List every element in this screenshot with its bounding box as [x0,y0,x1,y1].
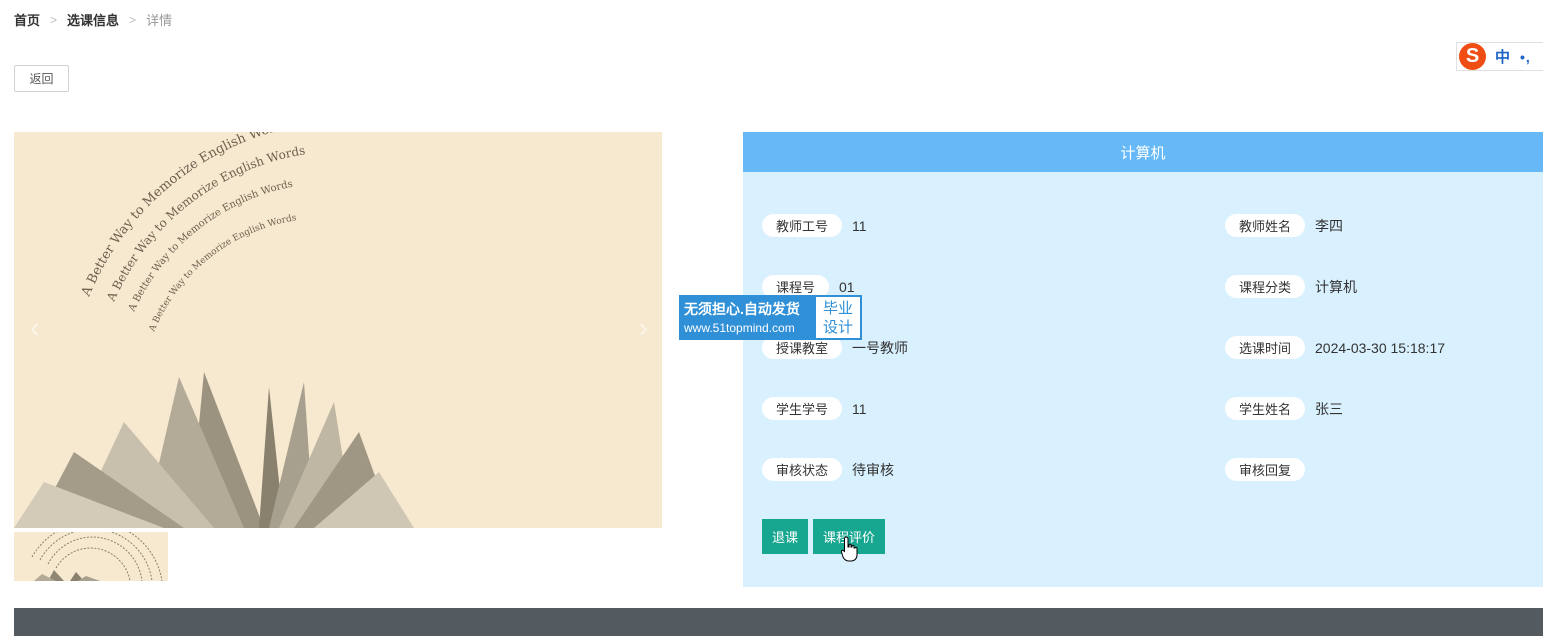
field-value: 李四 [1315,217,1344,234]
field-value: 11 [852,217,867,234]
ime-mode-toggle[interactable]: 中 [1495,46,1510,67]
watermark-slogan: 无须担心.自动发货 [684,300,800,317]
field-value: 待审核 [852,461,895,478]
field-label: 学生学号 [762,397,843,420]
panel-title: 计算机 [743,132,1543,172]
field-select-time: 选课时间 2024-03-30 15:18:17 [1225,336,1445,359]
watermark-badge-top: 毕业 [822,299,853,317]
breadcrumb: 首页 > 选课信息 > 详情 [14,10,172,29]
watermark-badge-bottom: 设计 [822,318,853,336]
back-button[interactable]: 返回 [14,65,69,92]
field-value: 张三 [1315,400,1344,417]
breadcrumb-separator: > [129,12,137,27]
watermark-url: www.51topmind.com [684,320,795,335]
carousel-prev-arrow-icon[interactable]: ‹ [30,312,39,344]
ime-toolbar[interactable]: S 中 •, [1456,42,1543,71]
course-detail-panel: 计算机 教师工号 11 教师姓名 李四 课程号 01 课程分类 计算机 授课教室… [743,132,1543,587]
field-label: 学生姓名 [1225,397,1306,420]
field-review-reply: 审核回复 [1225,458,1315,481]
field-course-category: 课程分类 计算机 [1225,275,1357,298]
field-value: 计算机 [1315,278,1358,295]
field-teacher-name: 教师姓名 李四 [1225,214,1343,237]
drop-course-button[interactable]: 退课 [762,519,809,554]
field-value: 2024-03-30 15:18:17 [1315,339,1446,356]
carousel-thumbnail[interactable] [14,532,168,581]
watermark-badge: 毕业 设计 [814,295,862,340]
page-footer [14,608,1543,636]
thumbnail-image [14,532,168,581]
course-image: A Better Way to Memorize English Words A… [14,132,662,528]
breadcrumb-separator: > [50,12,58,27]
field-label: 选课时间 [1225,336,1306,359]
field-value: 11 [852,400,867,417]
field-student-id: 学生学号 11 [762,397,867,420]
field-student-name: 学生姓名 张三 [1225,397,1343,420]
field-value: 01 [839,278,855,295]
carousel-next-arrow-icon[interactable]: › [639,312,648,344]
breadcrumb-home-link[interactable]: 首页 [14,10,40,29]
course-image-carousel[interactable]: A Better Way to Memorize English Words A… [14,132,662,528]
breadcrumb-current: 详情 [146,13,173,28]
watermark-banner: 无须担心.自动发货 www.51topmind.com 毕业 设计 [679,295,862,340]
action-bar: 退课 课程评价 [762,519,890,554]
field-label: 教师工号 [762,214,843,237]
breadcrumb-section-link[interactable]: 选课信息 [67,10,119,29]
field-teacher-id: 教师工号 11 [762,214,867,237]
hand-pointer-cursor-icon [841,536,858,562]
sogou-logo-icon[interactable]: S [1459,43,1486,70]
field-label: 审核回复 [1225,458,1306,481]
field-label: 课程分类 [1225,275,1306,298]
ime-punctuation-toggle[interactable]: •, [1520,49,1531,65]
field-review-status: 审核状态 待审核 [762,458,894,481]
field-label: 审核状态 [762,458,843,481]
watermark-text-block: 无须担心.自动发货 www.51topmind.com [679,295,814,340]
field-label: 教师姓名 [1225,214,1306,237]
field-value: 一号教师 [852,339,909,356]
